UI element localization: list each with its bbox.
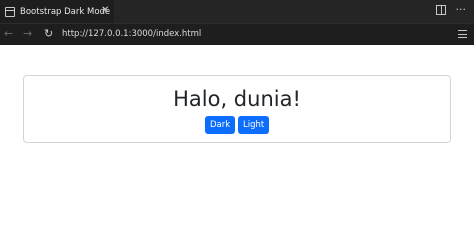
tab-actions: ··· bbox=[435, 4, 467, 15]
tab-bar: Bootstrap Dark Mode ✕ ··· bbox=[0, 0, 474, 23]
dark-mode-button[interactable]: Dark bbox=[205, 116, 235, 134]
more-actions-icon[interactable]: ··· bbox=[456, 4, 467, 15]
url-field[interactable]: http://127.0.0.1:3000/index.html bbox=[62, 28, 201, 40]
light-mode-button[interactable]: Light bbox=[238, 116, 269, 134]
close-icon[interactable]: ✕ bbox=[101, 5, 109, 17]
reload-icon[interactable]: ↻ bbox=[44, 27, 53, 41]
split-editor-icon[interactable] bbox=[435, 5, 446, 15]
page-heading: Halo, dunia! bbox=[173, 87, 301, 111]
tab-title: Bootstrap Dark Mode bbox=[20, 6, 111, 17]
back-arrow-icon[interactable]: ← bbox=[4, 27, 13, 41]
content-card: Halo, dunia! Dark Light bbox=[23, 75, 451, 143]
theme-button-group: Dark Light bbox=[24, 116, 450, 134]
browser-tab[interactable]: Bootstrap Dark Mode ✕ bbox=[0, 0, 114, 23]
page-viewport: Halo, dunia! Dark Light bbox=[0, 45, 474, 233]
page-icon bbox=[5, 6, 15, 17]
forward-arrow-icon[interactable]: → bbox=[23, 27, 32, 41]
address-bar: ← → ↻ http://127.0.0.1:3000/index.html bbox=[0, 23, 474, 45]
hamburger-menu-icon[interactable] bbox=[458, 30, 467, 38]
